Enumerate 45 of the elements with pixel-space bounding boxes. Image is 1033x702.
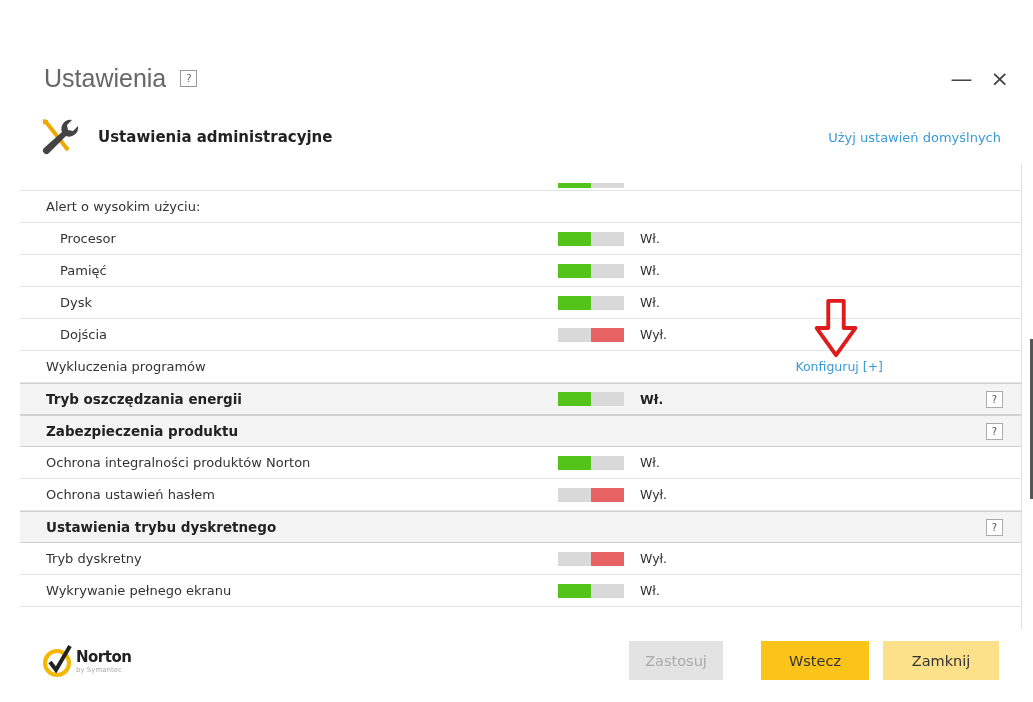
toggle-status: Wł. xyxy=(639,583,661,598)
section-title: Tryb oszczędzania energii xyxy=(45,391,243,407)
setting-label: Procesor xyxy=(59,231,117,246)
toggle-status: Wł. xyxy=(639,231,661,246)
setting-label: Wykrywanie pełnego ekranu xyxy=(45,583,233,598)
setting-label: Alert o wysokim użyciu: xyxy=(45,199,202,214)
toggle-status: Wł. xyxy=(639,455,661,470)
toggle-switch[interactable] xyxy=(558,327,624,342)
setting-label: Ochrona integralności produktów Norton xyxy=(45,455,312,470)
toggle-status: Wł. xyxy=(639,391,665,407)
toggle-switch[interactable] xyxy=(558,295,624,310)
help-button[interactable]: ? xyxy=(986,518,1003,536)
setting-label: Ochrona ustawień hasłem xyxy=(45,487,216,502)
toggle-switch[interactable] xyxy=(558,487,624,502)
toggle-status: Wł. xyxy=(639,263,661,278)
toggle-switch[interactable] xyxy=(558,392,624,406)
help-button[interactable]: ? xyxy=(986,390,1003,408)
toggle-status: Wł. xyxy=(639,295,661,310)
toggle-switch[interactable] xyxy=(558,551,624,566)
setting-label: Pamięć xyxy=(59,263,108,278)
section-title: Ustawienia trybu dyskretnego xyxy=(45,519,278,535)
window-title: Ustawienia xyxy=(44,63,167,93)
toggle-switch[interactable] xyxy=(558,263,624,278)
toggle-status: Wył. xyxy=(639,327,669,342)
toggle-switch[interactable] xyxy=(558,583,624,598)
checkmark-logo-icon xyxy=(42,644,74,677)
section-title: Zabezpieczenia produktu xyxy=(45,423,239,439)
toggle-status: Wył. xyxy=(639,487,669,502)
minimize-button[interactable]: — xyxy=(950,65,973,91)
action-button[interactable]: Wstecz xyxy=(761,641,869,680)
setting-label: Tryb dyskretny xyxy=(45,551,143,566)
help-button[interactable]: ? xyxy=(986,422,1003,440)
toggle-switch[interactable] xyxy=(558,182,624,188)
setting-label: Wykluczenia programów xyxy=(45,359,207,374)
action-button[interactable]: Zamknij xyxy=(883,641,999,680)
close-button[interactable]: × xyxy=(990,65,1009,91)
down-arrow-icon xyxy=(813,299,859,359)
brand-logo: Norton xyxy=(76,647,132,666)
setting-label: Dojścia xyxy=(59,327,109,342)
toggle-status: Wył. xyxy=(639,551,669,566)
section-title: Ustawienia administracyjne xyxy=(98,128,333,146)
toggle-switch[interactable] xyxy=(558,455,624,470)
toggle-switch[interactable] xyxy=(558,231,624,246)
help-button[interactable]: ? xyxy=(180,69,198,87)
setting-label: Dysk xyxy=(59,295,93,310)
